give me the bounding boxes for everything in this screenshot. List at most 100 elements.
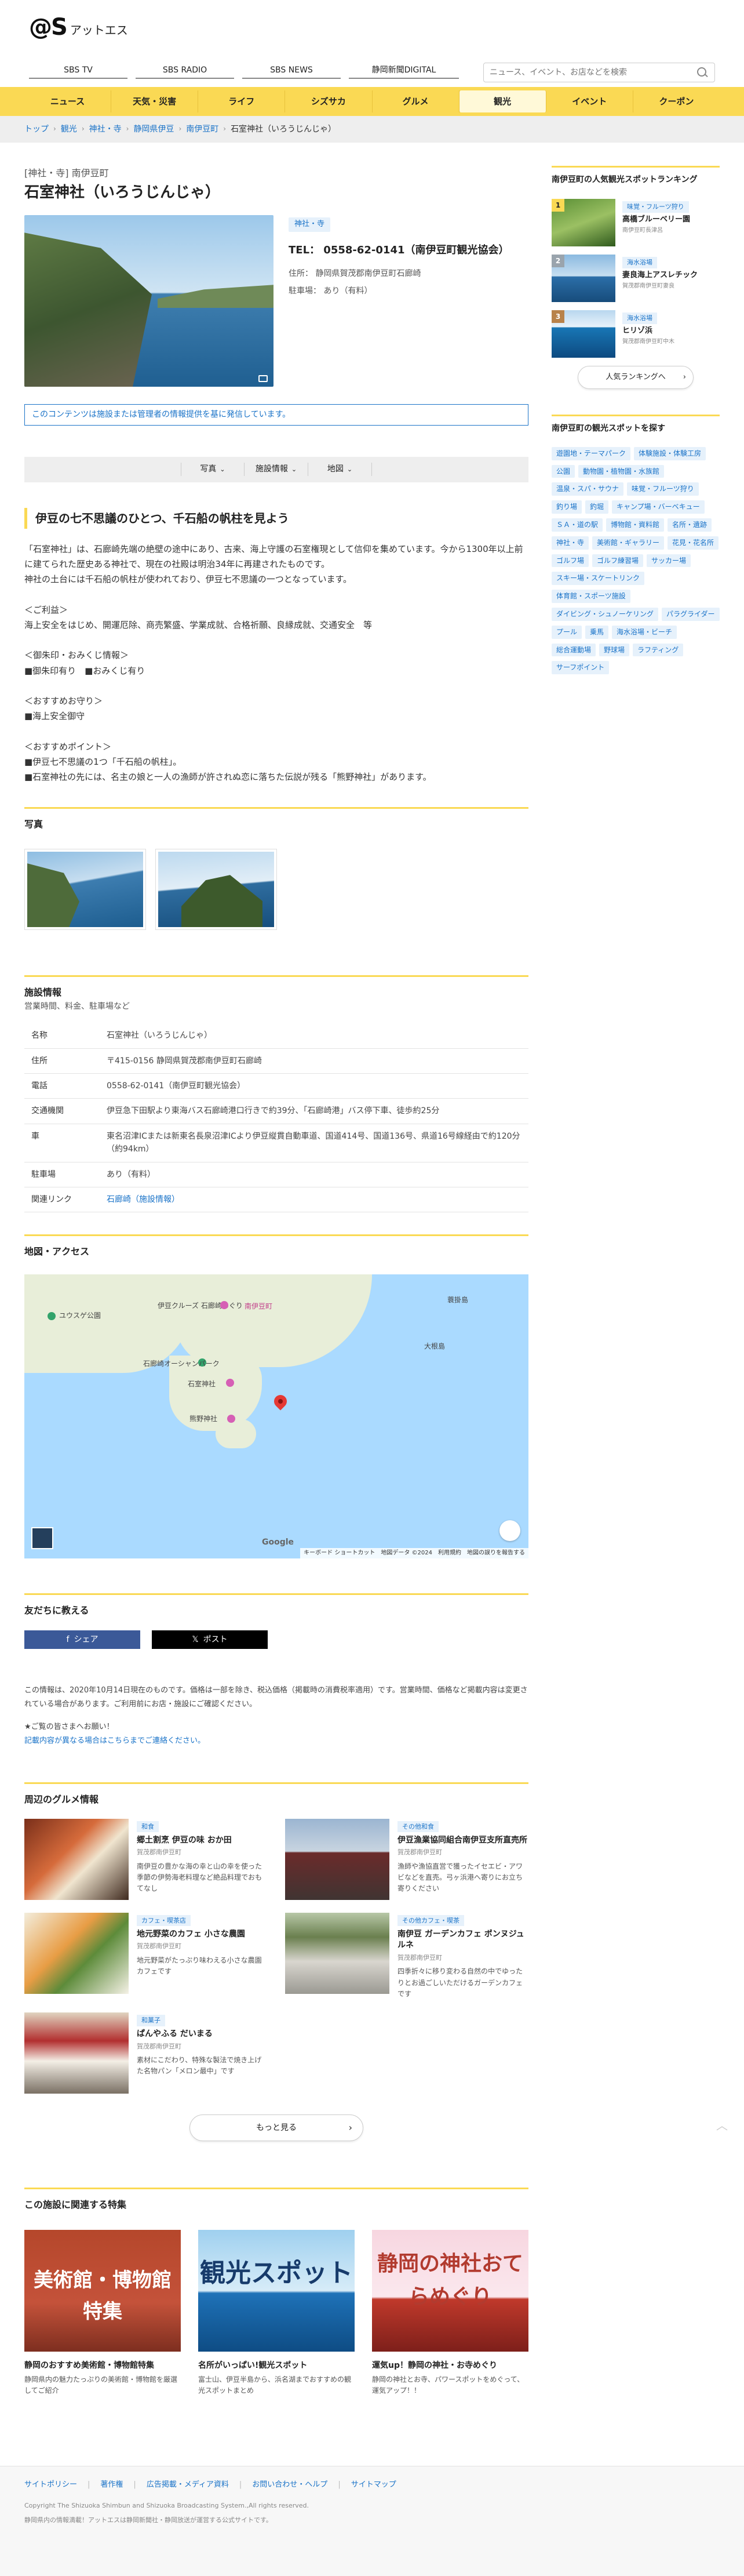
cruise-marker[interactable] bbox=[220, 1300, 228, 1309]
park-marker[interactable] bbox=[48, 1311, 56, 1320]
gourmet-card[interactable]: その他和食 伊豆漁業協同組合南伊豆支所直売所 賀茂郡南伊豆町 漁師や漁協直営で獲ったイ… bbox=[285, 1818, 528, 1900]
genre-chip[interactable]: 温泉・スパ・サウナ bbox=[552, 482, 624, 496]
genre-chip[interactable]: ゴルフ場 bbox=[552, 554, 589, 568]
related-link[interactable]: 石廊崎（施設情報） bbox=[107, 1195, 180, 1204]
nav-event[interactable]: イベント bbox=[546, 90, 633, 112]
nav-coupon[interactable]: クーポン bbox=[633, 90, 720, 112]
genre-chip[interactable]: 海水浴場・ビーチ bbox=[612, 625, 677, 639]
media-link-sbs-radio[interactable]: SBS RADIO bbox=[136, 63, 234, 79]
photo-thumb-1[interactable] bbox=[24, 849, 146, 931]
genre-chip[interactable]: 美術館・ギャラリー bbox=[592, 536, 665, 550]
genre-chip[interactable]: キャンプ場・バーベキュー bbox=[612, 500, 705, 514]
breadcrumb-minamiizu[interactable]: 南伊豆町 bbox=[186, 123, 218, 136]
category-tag[interactable]: 神社・寺 bbox=[289, 217, 331, 232]
gourmet-tag: その他和食 bbox=[397, 1821, 439, 1833]
genre-chip[interactable]: 動物園・植物園・水族館 bbox=[578, 464, 665, 478]
genre-chip[interactable]: 名所・遺跡 bbox=[668, 518, 712, 532]
spot-facts: 神社・寺 TEL： 0558-62-0141（南伊豆町観光協会） 住所： 静岡県… bbox=[289, 215, 528, 387]
gourmet-card[interactable]: カフェ・喫茶店 地元野菜のカフェ 小さな農園 賀茂郡南伊豆町 地元野菜がたっぷり味わえ… bbox=[24, 1912, 268, 2000]
genre-chip[interactable]: 野球場 bbox=[599, 643, 630, 657]
hero-photo[interactable] bbox=[24, 215, 273, 387]
map-shortcuts-link[interactable]: キーボード ショートカット bbox=[304, 1549, 375, 1558]
map-terms-link[interactable]: 利用規約 bbox=[438, 1549, 461, 1558]
chevron-down-icon: ⌄ bbox=[291, 466, 297, 474]
map-type-toggle[interactable] bbox=[31, 1527, 53, 1549]
gourmet-name: 南伊豆 ガーデンカフェ ポンヌジュルネ bbox=[397, 1929, 524, 1950]
ranking-more-button[interactable]: 人気ランキングへ › bbox=[578, 366, 694, 390]
footer-link-ads[interactable]: 広告掲載・メディア資料 bbox=[147, 2479, 229, 2491]
nav-news[interactable]: ニュース bbox=[24, 90, 112, 112]
rank-badge: 1 bbox=[552, 199, 564, 212]
gourmet-card[interactable]: 和菓子 ぱんやふる だいまる 賀茂郡南伊豆町 素材にこだわり、特殊な製法で焼き上げた名… bbox=[24, 2012, 268, 2094]
genre-chip[interactable]: ラフティング bbox=[633, 643, 684, 657]
genre-chip[interactable]: パラグライダー bbox=[662, 607, 720, 621]
gourmet-area: 賀茂郡南伊豆町 bbox=[397, 1848, 442, 1856]
fullscreen-icon[interactable] bbox=[499, 1520, 520, 1541]
feature-card[interactable]: 美術館・博物館 特集 静岡のおすすめ美術館・博物館特集 静岡県内の魅力たっぷりの… bbox=[24, 2229, 181, 2396]
genre-chip[interactable]: 神社・寺 bbox=[552, 536, 589, 550]
genre-chip[interactable]: 体育館・スポーツ施設 bbox=[552, 590, 630, 603]
nav-gourmet[interactable]: グルメ bbox=[373, 90, 459, 112]
feature-title: 名所がいっぱい!観光スポット bbox=[198, 2360, 308, 2370]
genre-chip[interactable]: プール bbox=[552, 625, 582, 639]
gourmet-tag: その他カフェ・喫茶 bbox=[397, 1914, 464, 1927]
breadcrumb-izu[interactable]: 静岡県伊豆 bbox=[133, 123, 174, 136]
more-gourmet-button[interactable]: もっと見る › bbox=[189, 2114, 363, 2141]
google-map[interactable]: ユウスゲ公園 伊豆クルーズ 石廊崎めぐり 南伊豆町 石廊崎オーシャンパーク 石室… bbox=[24, 1274, 528, 1558]
ranking-item[interactable]: 3 海水浴場 ヒリゾ浜 賀茂郡南伊豆町中木 bbox=[552, 310, 720, 358]
genre-chip[interactable]: 総合運動場 bbox=[552, 643, 596, 657]
genre-chip[interactable]: サーフポイント bbox=[552, 661, 610, 675]
footer-link-copyright[interactable]: 著作権 bbox=[100, 2479, 123, 2491]
genre-chip[interactable]: 味覚・フルーツ狩り bbox=[627, 482, 699, 496]
genre-chip[interactable]: ＳＡ・道の駅 bbox=[552, 518, 603, 532]
media-link-sbs-news[interactable]: SBS NEWS bbox=[242, 63, 341, 79]
site-logo[interactable]: @S アットエス bbox=[29, 15, 128, 39]
genre-chip[interactable]: 乗馬 bbox=[585, 625, 609, 639]
map-report-link[interactable]: 地図の誤りを報告する bbox=[467, 1549, 525, 1558]
genre-chip[interactable]: 体験施設・体験工房 bbox=[634, 446, 706, 460]
ranking-item[interactable]: 2 海水浴場 妻良海上アスレチック 賀茂郡南伊豆町妻良 bbox=[552, 255, 720, 303]
share-title: 友だちに教える bbox=[24, 1604, 89, 1616]
genre-chip[interactable]: ダイビング・シュノーケリング bbox=[552, 607, 659, 621]
media-link-shizuoka-digital[interactable]: 静岡新聞DIGITAL bbox=[349, 63, 459, 79]
breadcrumb-top[interactable]: トップ bbox=[24, 123, 49, 136]
feature-card[interactable]: 静岡の神社おてらめぐり 運気up！静岡の神社・お寺めぐり 静岡の神社とお寺、パワ… bbox=[372, 2229, 528, 2396]
breadcrumb-tourism[interactable]: 観光 bbox=[61, 123, 77, 136]
genre-chip[interactable]: ゴルフ練習場 bbox=[592, 554, 644, 568]
search-icon[interactable] bbox=[696, 66, 709, 79]
footer-link-contact[interactable]: お問い合わせ・ヘルプ bbox=[252, 2479, 327, 2491]
nav-life[interactable]: ライフ bbox=[198, 90, 286, 112]
genre-chip[interactable]: 釣堀 bbox=[585, 500, 609, 514]
spot-parking: 駐車場： あり（有料） bbox=[289, 286, 373, 296]
footer-link-policy[interactable]: サイトポリシー bbox=[24, 2479, 77, 2491]
gourmet-card[interactable]: 和食 郷土割烹 伊豆の味 おか田 賀茂郡南伊豆町 南伊豆の豊かな海の幸と山の幸を使った… bbox=[24, 1818, 268, 1900]
photo-thumb-2[interactable] bbox=[155, 849, 277, 931]
genre-chip[interactable]: 釣り場 bbox=[552, 500, 582, 514]
shrine-marker[interactable] bbox=[226, 1378, 234, 1387]
genre-chip[interactable]: 花見・花名所 bbox=[668, 536, 719, 550]
kumano-marker[interactable] bbox=[227, 1414, 235, 1423]
footer-link-sitemap[interactable]: サイトマップ bbox=[351, 2479, 396, 2491]
nav-weather[interactable]: 天気・災害 bbox=[111, 90, 199, 112]
genre-chip[interactable]: 遊園地・テーマパーク bbox=[552, 446, 631, 460]
nav-tourism[interactable]: 観光 bbox=[459, 90, 546, 112]
media-link-sbs-tv[interactable]: SBS TV bbox=[29, 63, 127, 79]
x-post-button[interactable]: 𝕏 ポスト bbox=[152, 1630, 268, 1649]
feature-card[interactable]: 観光スポット 名所がいっぱい!観光スポット 富士山、伊豆半島から、浜名湖までおす… bbox=[198, 2229, 355, 2396]
ranking-item[interactable]: 1 味覚・フルーツ狩り 高橋ブルーベリー園 南伊豆町長津呂 bbox=[552, 199, 720, 247]
tab-facility[interactable]: 施設情報 ⌄ bbox=[245, 463, 308, 476]
breadcrumb-shrine[interactable]: 神社・寺 bbox=[89, 123, 122, 136]
tab-photos[interactable]: 写真 ⌄ bbox=[181, 463, 245, 476]
genre-chip[interactable]: サッカー場 bbox=[647, 554, 691, 568]
correction-link[interactable]: 記載内容が異なる場合はこちらまでご連絡ください。 bbox=[24, 1736, 205, 1745]
location-pin-icon[interactable] bbox=[271, 1392, 290, 1411]
tab-map[interactable]: 地図 ⌄ bbox=[308, 463, 372, 476]
page-top-icon[interactable]: ︿ bbox=[710, 2116, 734, 2139]
facebook-share-button[interactable]: f シェア bbox=[24, 1630, 140, 1649]
nav-shizusaka[interactable]: シズサカ bbox=[285, 90, 373, 112]
genre-chip[interactable]: 博物館・資料館 bbox=[606, 518, 665, 532]
search-input[interactable] bbox=[490, 68, 696, 77]
genre-chip[interactable]: 公園 bbox=[552, 464, 575, 478]
gourmet-card[interactable]: その他カフェ・喫茶 南伊豆 ガーデンカフェ ポンヌジュルネ 賀茂郡南伊豆町 四季折々に… bbox=[285, 1912, 528, 2000]
genre-chip[interactable]: スキー場・スケートリンク bbox=[552, 572, 645, 586]
